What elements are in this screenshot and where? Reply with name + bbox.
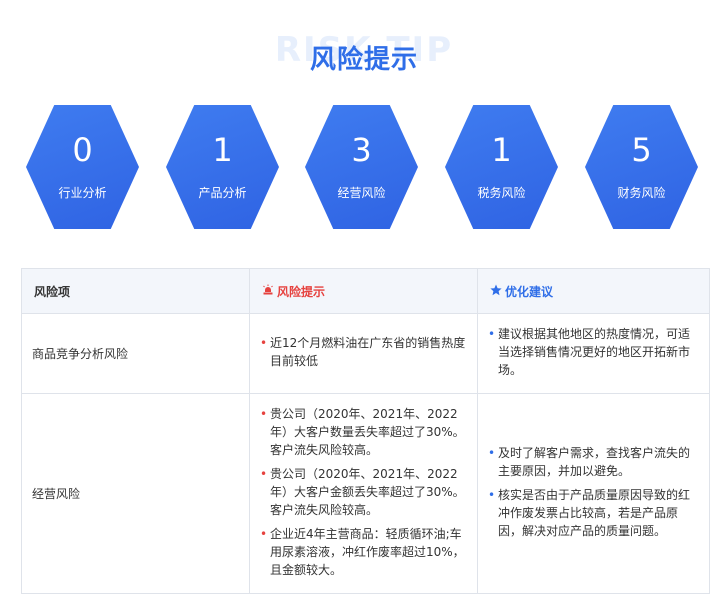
advice-cell: 及时了解客户需求，查找客户流失的主要原因，并加以避免。 核实是否由于产品质量原因… <box>477 393 710 594</box>
table-row: 商品竞争分析风险 近12个月燃料油在广东省的销售热度目前较低 建议根据其他地区的… <box>21 313 710 394</box>
stats-row: 0 行业分析 1 产品分析 3 经营风险 1 税务风险 5 财务风险 <box>0 105 728 229</box>
tip-list: 贵公司（2020年、2021年、2022年）大客户数量丢失率超过了30%。客户流… <box>260 405 467 579</box>
header-risk-tip: 风险提示 <box>249 268 478 314</box>
header: RISK TIP 风险提示 <box>0 0 728 100</box>
stat-value: 0 <box>72 131 93 169</box>
table-header-row: 风险项 风险提示 优化建议 <box>21 268 710 314</box>
stat-value: 1 <box>491 131 512 169</box>
list-item: 贵公司（2020年、2021年、2022年）大客户金额丢失率超过了30%。客户流… <box>260 465 467 519</box>
advice-cell: 建议根据其他地区的热度情况，可适当选择销售情况更好的地区开拓新市场。 <box>477 313 710 394</box>
stat-product-analysis[interactable]: 1 产品分析 <box>166 105 279 229</box>
stat-financial-risk[interactable]: 5 财务风险 <box>585 105 698 229</box>
header-tip-label: 风险提示 <box>277 284 326 299</box>
list-item: 贵公司（2020年、2021年、2022年）大客户数量丢失率超过了30%。客户流… <box>260 405 467 459</box>
stat-label: 财务风险 <box>617 186 666 200</box>
list-item: 企业近4年主营商品：轻质循环油;车用尿素溶液，冲红作废率超过10%，且金额较大。 <box>260 525 467 579</box>
risk-item-cell: 经营风险 <box>21 393 250 594</box>
stat-industry-analysis[interactable]: 0 行业分析 <box>26 105 139 229</box>
risk-table: 风险项 风险提示 优化建议 商品竞争分析风险 近12个月燃料油在广东省的销售热度… <box>21 268 710 594</box>
header-advice: 优化建议 <box>477 268 710 314</box>
stat-value: 5 <box>631 131 652 169</box>
table-row: 经营风险 贵公司（2020年、2021年、2022年）大客户数量丢失率超过了30… <box>21 393 710 594</box>
star-icon <box>490 284 502 299</box>
risk-tip-cell: 贵公司（2020年、2021年、2022年）大客户数量丢失率超过了30%。客户流… <box>249 393 478 594</box>
list-item: 核实是否由于产品质量原因导致的红冲作废发票占比较高，若是产品原因，解决对应产品的… <box>488 486 699 540</box>
risk-tip-cell: 近12个月燃料油在广东省的销售热度目前较低 <box>249 313 478 394</box>
stat-label: 税务风险 <box>477 186 526 200</box>
stat-label: 经营风险 <box>337 186 386 200</box>
stat-label: 产品分析 <box>198 186 247 200</box>
stat-value: 3 <box>351 131 372 169</box>
stat-tax-risk[interactable]: 1 税务风险 <box>445 105 558 229</box>
header-advice-label: 优化建议 <box>505 284 554 299</box>
tip-list: 近12个月燃料油在广东省的销售热度目前较低 <box>260 334 467 370</box>
stat-value: 1 <box>212 131 233 169</box>
page-title: 风险提示 <box>309 45 418 75</box>
stat-label: 行业分析 <box>58 186 107 200</box>
risk-item-cell: 商品竞争分析风险 <box>21 313 250 394</box>
advice-list: 及时了解客户需求，查找客户流失的主要原因，并加以避免。 核实是否由于产品质量原因… <box>488 444 699 540</box>
alarm-icon <box>262 284 274 299</box>
list-item: 建议根据其他地区的热度情况，可适当选择销售情况更好的地区开拓新市场。 <box>488 325 699 379</box>
stat-operating-risk[interactable]: 3 经营风险 <box>305 105 418 229</box>
advice-list: 建议根据其他地区的热度情况，可适当选择销售情况更好的地区开拓新市场。 <box>488 325 699 379</box>
list-item: 近12个月燃料油在广东省的销售热度目前较低 <box>260 334 467 370</box>
header-risk-item: 风险项 <box>21 268 250 314</box>
list-item: 及时了解客户需求，查找客户流失的主要原因，并加以避免。 <box>488 444 699 480</box>
header-risk-label: 风险项 <box>34 284 71 299</box>
